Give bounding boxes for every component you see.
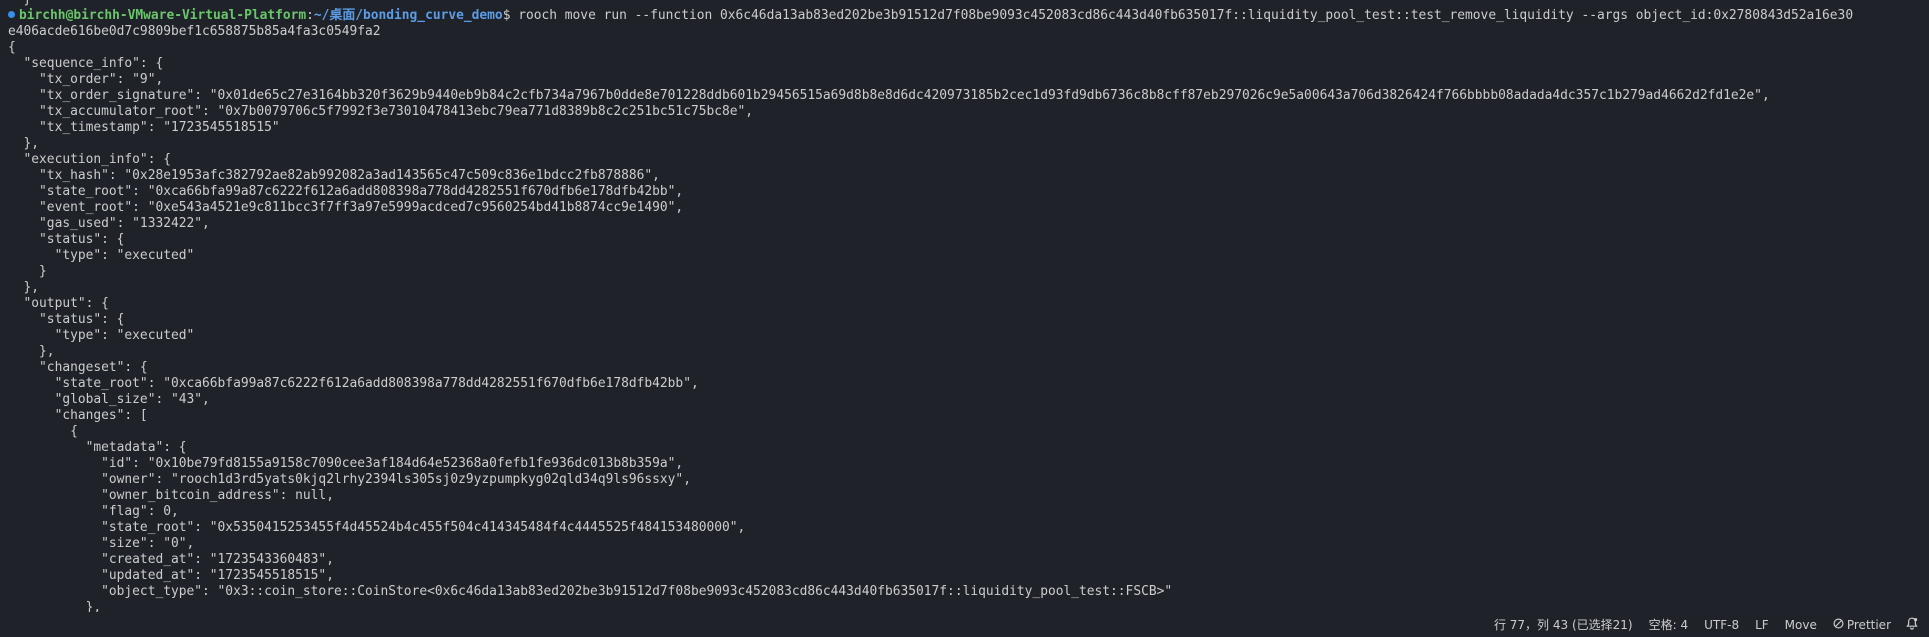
output-line: }, — [8, 600, 102, 612]
output-line: "tx_accumulator_root": "0x7b0079706c5f79… — [8, 104, 754, 119]
output-line: { — [8, 424, 78, 439]
output-line: "type": "executed" — [8, 248, 195, 263]
prettier-formatter[interactable]: Prettier — [1825, 612, 1899, 637]
bell-icon — [1906, 617, 1918, 633]
command-line-continuation: e406acde616be0d7c9809bef1c658875b85a4fa3… — [8, 24, 381, 39]
output-line: "tx_order_signature": "0x01de65c27e3164b… — [8, 88, 1770, 103]
output-line: "object_type": "0x3::coin_store::CoinSto… — [8, 584, 1173, 599]
line-ending-setting[interactable]: LF — [1747, 612, 1777, 637]
cursor-position[interactable]: 行 77，列 43 (已选择21) — [1486, 612, 1641, 637]
output-line: "execution_info": { — [8, 152, 171, 167]
output-line: "tx_order": "9", — [8, 72, 164, 87]
output-line: "id": "0x10be79fd8155a9158c7090cee3af184… — [8, 456, 684, 471]
command-text: rooch move run --function 0x6c46da13ab83… — [518, 8, 1854, 23]
output-line: { — [8, 40, 16, 55]
output-line: "owner_bitcoin_address": null, — [8, 488, 334, 503]
encoding-setting[interactable]: UTF-8 — [1696, 612, 1747, 637]
terminal-output: } birchh@birchh-VMware-Virtual-Platform:… — [8, 0, 1923, 612]
output-line: "created_at": "1723543360483", — [8, 552, 334, 567]
circle-slash-icon — [1833, 618, 1844, 632]
output-line: "state_root": "0xca66bfa99a87c6222f612a6… — [8, 376, 699, 391]
output-line: "metadata": { — [8, 440, 187, 455]
output-line: "owner": "rooch1d3rd5yats0kjq2lrhy2394ls… — [8, 472, 691, 487]
output-line: "changeset": { — [8, 360, 148, 375]
output-line: "gas_used": "1332422", — [8, 216, 210, 231]
output-line: "size": "0", — [8, 536, 195, 551]
indentation-setting[interactable]: 空格: 4 — [1641, 612, 1697, 637]
notifications-button[interactable] — [1899, 612, 1925, 637]
prompt-path: ~/桌面/bonding_curve_demo — [313, 8, 503, 23]
json-output: { "sequence_info": { "tx_order": "9", "t… — [8, 40, 1923, 612]
output-line: "output": { — [8, 296, 109, 311]
formatter-label: Prettier — [1846, 617, 1891, 632]
prompt-user-host: birchh@birchh-VMware-Virtual-Platform — [19, 8, 307, 23]
language-mode[interactable]: Move — [1777, 612, 1825, 637]
prompt-symbol: $ — [502, 8, 519, 23]
output-line: "changes": [ — [8, 408, 148, 423]
output-line: }, — [8, 344, 55, 359]
output-line: "state_root": "0x5350415253455f4d45524b4… — [8, 520, 746, 535]
output-line: "tx_timestamp": "1723545518515" — [8, 120, 280, 135]
terminal-line: } — [8, 0, 1923, 8]
output-line: "flag": 0, — [8, 504, 179, 519]
status-bar: 行 77，列 43 (已选择21) 空格: 4 UTF-8 LF Move Pr… — [0, 612, 1929, 637]
terminal-panel[interactable]: } birchh@birchh-VMware-Virtual-Platform:… — [0, 0, 1929, 612]
output-line: "updated_at": "1723545518515", — [8, 568, 334, 583]
command-line: birchh@birchh-VMware-Virtual-Platform:~/… — [8, 8, 1923, 24]
output-line: }, — [8, 136, 40, 151]
output-line: "event_root": "0xe543a4521e9c811bcc3f7ff… — [8, 200, 684, 215]
output-line: } — [8, 264, 47, 279]
output-line: "type": "executed" — [8, 328, 195, 343]
prompt-separator: : — [306, 8, 314, 23]
output-line: "status": { — [8, 312, 125, 327]
output-line: "status": { — [8, 232, 125, 247]
command-status-dot-icon[interactable] — [8, 11, 15, 18]
output-line: "tx_hash": "0x28e1953afc382792ae82ab9920… — [8, 168, 660, 183]
output-line: "state_root": "0xca66bfa99a87c6222f612a6… — [8, 184, 684, 199]
output-line: "sequence_info": { — [8, 56, 164, 71]
output-line: }, — [8, 280, 40, 295]
output-line: "global_size": "43", — [8, 392, 210, 407]
